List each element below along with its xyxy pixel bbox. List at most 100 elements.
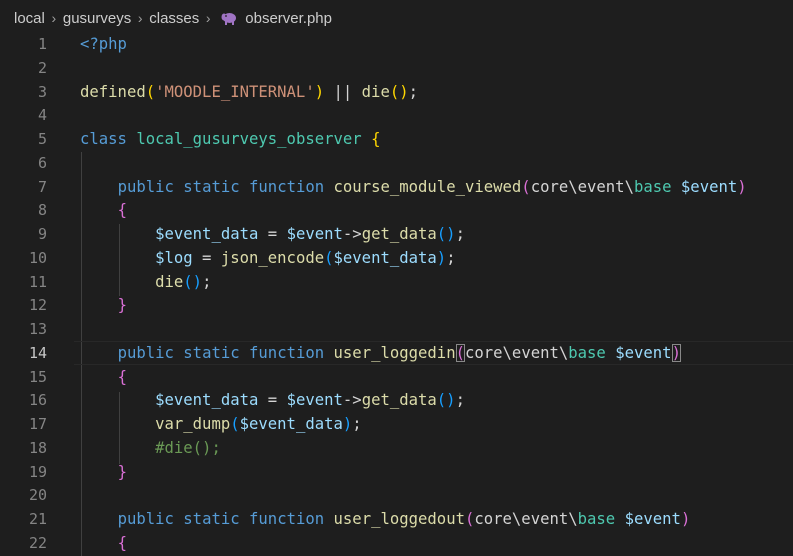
code-text: { <box>80 365 127 389</box>
line-number: 18 <box>28 438 47 457</box>
code-token: public <box>117 510 174 528</box>
code-token: user_loggedout <box>333 510 465 528</box>
code-token: $event_data <box>155 391 259 410</box>
line-number: 12 <box>28 296 47 315</box>
code-token: function <box>249 343 325 362</box>
code-line[interactable]: 1 <?php <box>0 32 793 56</box>
code-line[interactable]: 17 var_dump($event_data); <box>0 412 793 436</box>
code-line[interactable]: 3 defined('MOODLE_INTERNAL') || die(); <box>0 80 793 104</box>
line-number: 19 <box>28 462 47 481</box>
code-token: 'MOODLE_INTERNAL' <box>155 82 315 101</box>
code-line[interactable]: 19 } <box>0 460 793 484</box>
code-line[interactable]: 20 <box>0 483 793 507</box>
code-line[interactable]: 16 $event_data = $event->get_data(); <box>0 388 793 412</box>
line-number: 10 <box>28 248 47 267</box>
code-line[interactable]: 5 class local_gusurveys_observer { <box>0 127 793 151</box>
code-line[interactable]: 14 public static function user_loggedin(… <box>0 340 793 365</box>
code-token: course_module_viewed <box>333 177 522 196</box>
line-number: 15 <box>28 367 47 386</box>
line-number: 3 <box>37 82 47 101</box>
code-line[interactable]: 12 } <box>0 293 793 317</box>
code-line[interactable]: 6 <box>0 151 793 175</box>
code-token: static <box>183 177 240 196</box>
code-text: class local_gusurveys_observer { <box>80 127 380 151</box>
code-token: = <box>192 248 221 267</box>
code-line[interactable]: 9 $event_data = $event->get_data(); <box>0 222 793 246</box>
code-line[interactable]: 15 { <box>0 365 793 389</box>
breadcrumb-file[interactable]: observer.php <box>245 10 332 27</box>
code-token: core\event\ <box>464 343 569 362</box>
line-number: 2 <box>37 58 47 77</box>
code-token: { <box>371 130 381 148</box>
code-token: local_gusurveys_observer <box>136 130 362 148</box>
code-token: ( <box>521 177 531 196</box>
code-line[interactable]: 22 { <box>0 531 793 555</box>
code-token: static <box>183 343 240 362</box>
breadcrumb-item-classes[interactable]: classes <box>149 10 199 27</box>
code-line[interactable]: 21 public static function user_loggedout… <box>0 507 793 531</box>
line-number: 14 <box>28 343 47 362</box>
code-line[interactable]: 13 <box>0 317 793 341</box>
code-text: public static function user_loggedout(co… <box>80 507 691 531</box>
code-token: function <box>249 510 325 528</box>
code-text: } <box>80 293 127 317</box>
code-token: $event <box>286 391 343 410</box>
code-text: { <box>80 198 127 222</box>
code-token: core\event\ <box>474 510 578 528</box>
code-text: <?php <box>80 32 127 56</box>
line-number: 5 <box>37 130 47 148</box>
line-number: 21 <box>28 510 47 528</box>
line-number: 22 <box>28 533 47 552</box>
code-text: #die(); <box>80 436 221 460</box>
code-token: $event <box>615 343 672 362</box>
code-token: $event <box>680 177 738 196</box>
code-token: ) <box>314 82 325 101</box>
code-text: die(); <box>80 270 211 294</box>
code-token: base <box>568 343 606 362</box>
code-token: ( <box>230 415 240 433</box>
code-token: () <box>389 82 409 101</box>
code-text: public static function course_module_vie… <box>80 175 747 199</box>
line-number: 7 <box>37 177 47 196</box>
line-number: 11 <box>28 272 47 291</box>
code-token: user_loggedin <box>333 343 456 362</box>
code-token: static <box>183 510 240 528</box>
code-token: $log <box>155 248 193 267</box>
code-line[interactable]: 7 public static function course_module_v… <box>0 175 793 199</box>
breadcrumb-item-local[interactable]: local <box>14 10 45 27</box>
line-number: 16 <box>28 391 47 410</box>
code-line[interactable]: 10 $log = json_encode($event_data); <box>0 246 793 270</box>
code-line[interactable]: 18 #die(); <box>0 436 793 460</box>
code-token: } <box>117 462 127 481</box>
code-token: ) <box>737 177 747 196</box>
code-text: var_dump($event_data); <box>80 412 362 436</box>
code-token: ) <box>436 248 447 267</box>
chevron-right-icon: › <box>51 10 57 26</box>
code-line[interactable]: 11 die(); <box>0 270 793 294</box>
breadcrumb-item-gusurveys[interactable]: gusurveys <box>63 10 131 27</box>
code-text: $log = json_encode($event_data); <box>80 246 455 270</box>
line-number: 13 <box>28 320 47 338</box>
code-token: public <box>117 343 174 362</box>
code-token: ; <box>202 272 212 291</box>
code-line[interactable]: 2 <box>0 56 793 80</box>
code-line[interactable]: 4 <box>0 103 793 127</box>
code-token: json_encode <box>220 248 325 267</box>
line-number: 8 <box>37 201 47 220</box>
code-editor[interactable]: 1 <?php 2 3 defined('MOODLE_INTERNAL') || di… <box>0 32 793 556</box>
code-line[interactable]: 8 { <box>0 198 793 222</box>
